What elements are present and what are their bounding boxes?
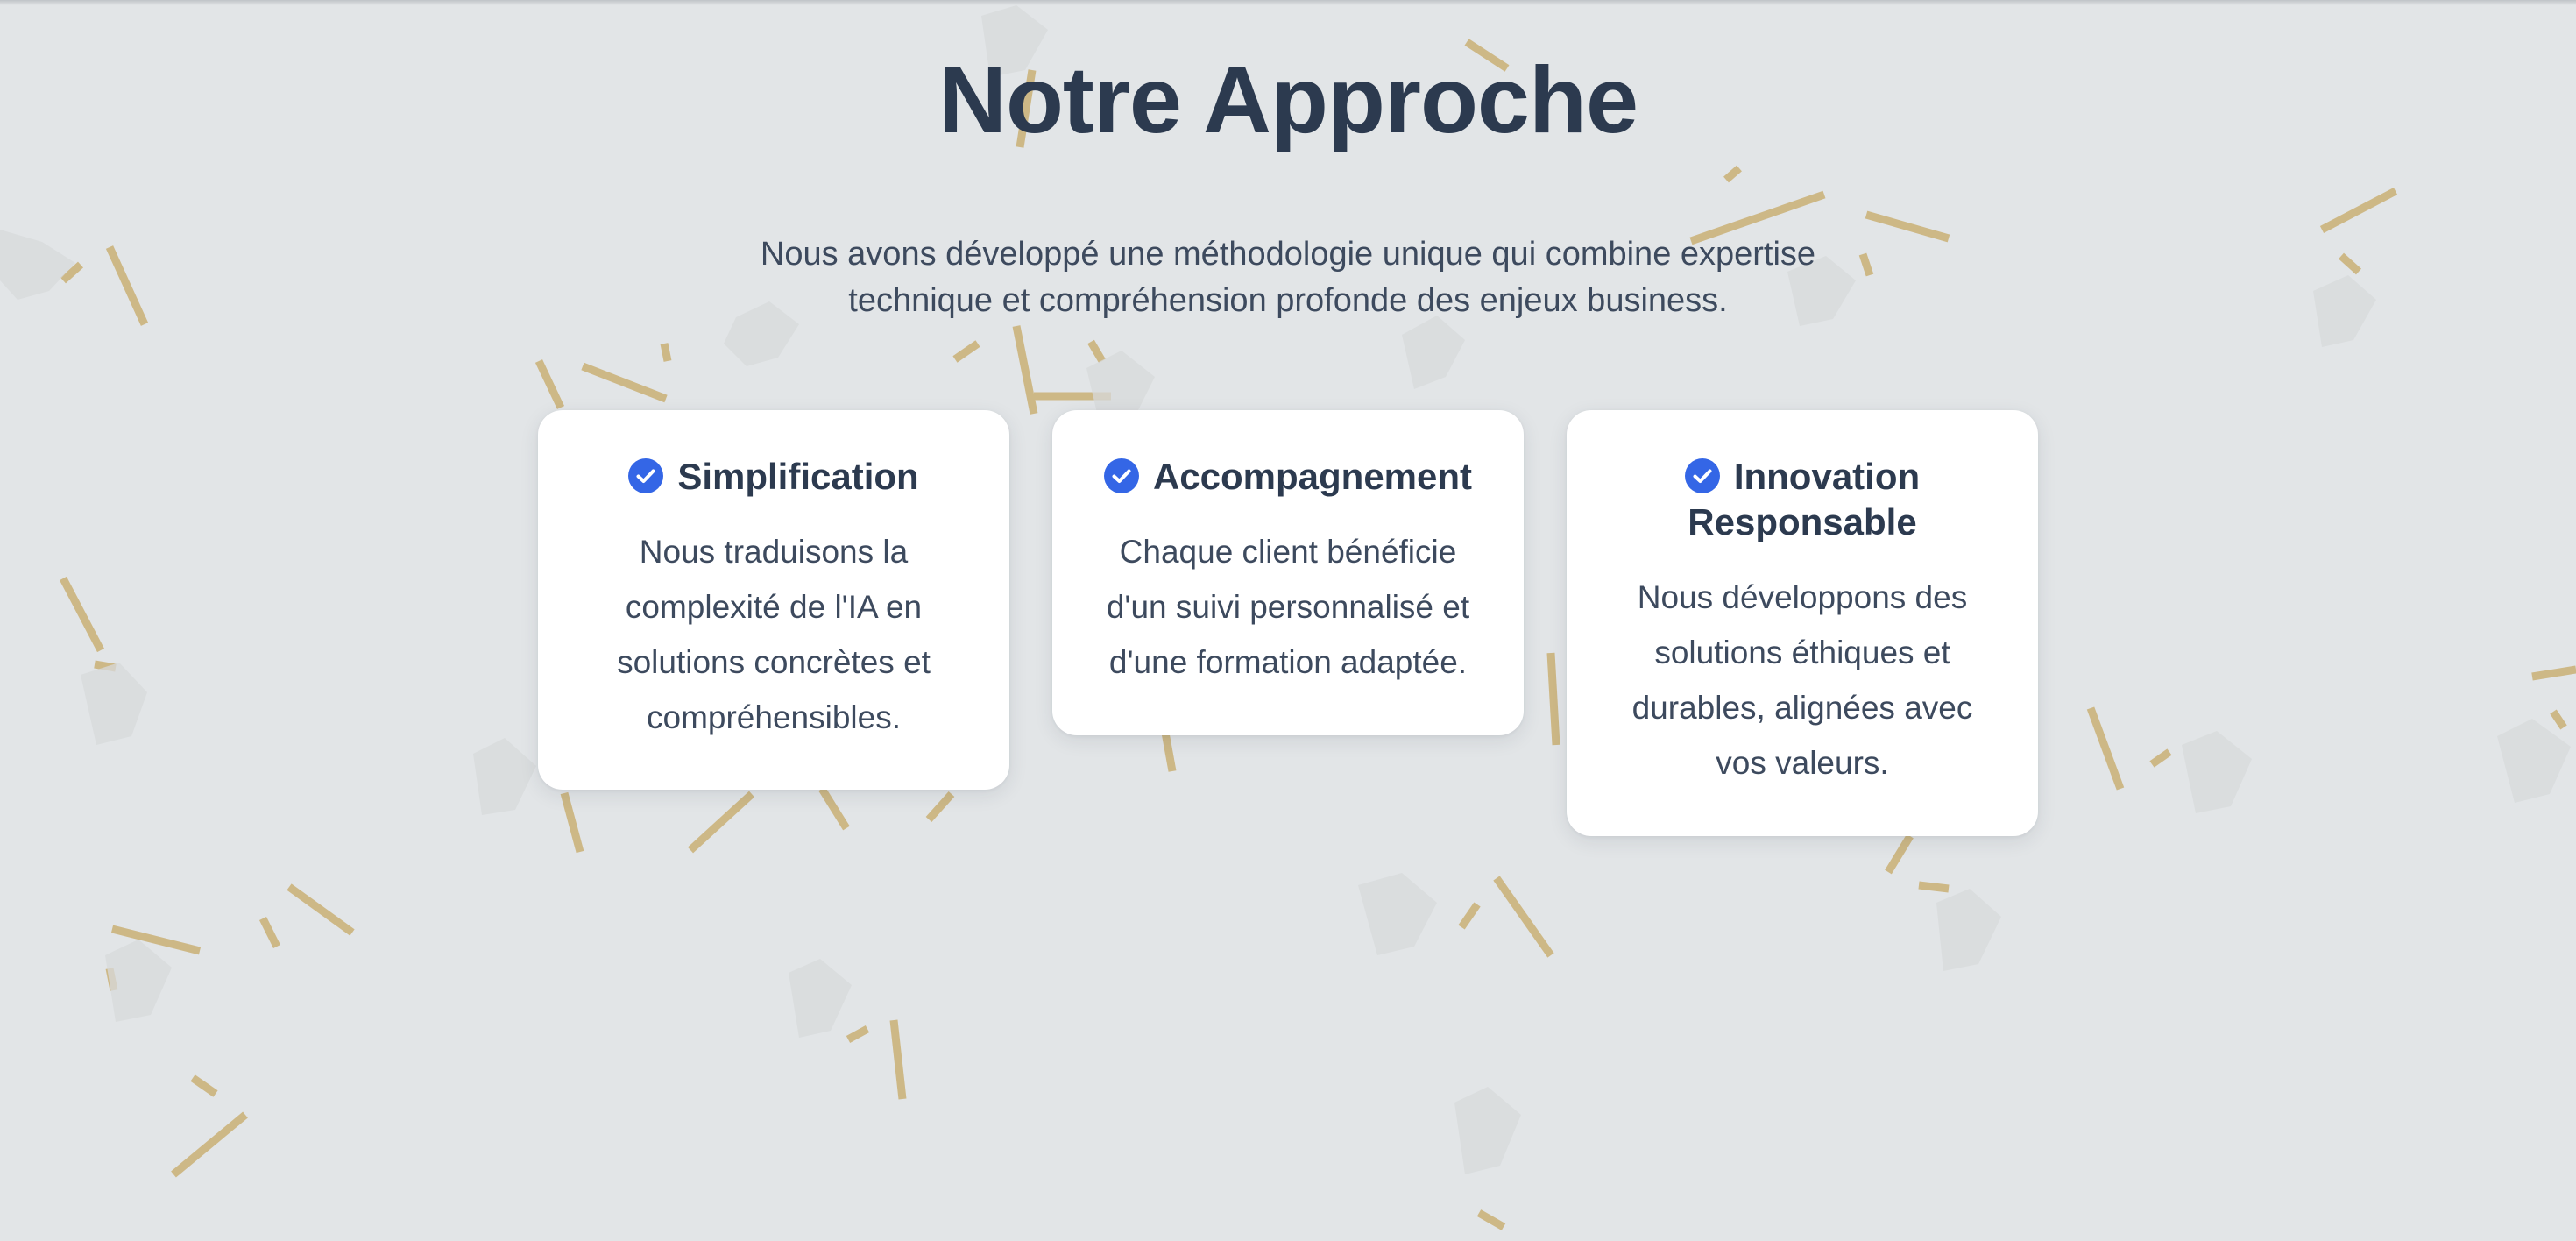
card-description-line: Chaque client bénéficie [1119,534,1457,570]
card-description: Nous développons des solutions éthiques … [1607,570,1998,791]
section-intro: Nous avons développé une méthodologie un… [754,231,1822,324]
card-description-line: solutions concrètes et [617,644,931,680]
check-circle-icon [628,458,664,493]
card-description-line: durables, alignées avec [1631,690,1973,726]
check-circle-icon [1103,458,1139,493]
card-title: Innovation Responsable [1607,454,1998,545]
card-description: Chaque client bénéficie d'un suivi perso… [1093,524,1483,690]
card-description-line: d'une formation adaptée. [1108,644,1468,680]
card-description-line: Nous traduisons la [639,534,909,570]
card-description-line: vos valeurs. [1716,745,1889,781]
card-title: Simplification [578,454,969,500]
check-circle-icon [1684,458,1720,493]
card-description-line: d'un suivi personnalisé et [1106,589,1470,625]
approach-card-simplification: Simplification Nous traduisons la comple… [538,410,1009,790]
card-title-text: Accompagnement [1152,456,1473,497]
section-intro-line-2: technique et compréhension profonde des … [848,282,1728,319]
section-intro-line-1: Nous avons développé une méthodologie un… [760,236,1816,273]
card-title: Accompagnement [1093,454,1483,500]
approach-section: Notre Approche Nous avons développé une … [0,0,2576,1241]
card-title-text: Innovation [1733,456,1921,497]
card-description: Nous traduisons la complexité de l'IA en… [578,524,969,745]
card-title-text: Responsable [1688,501,1917,542]
card-description-line: compréhensibles. [647,699,901,735]
card-description-line: Nous développons des [1637,579,1968,615]
approach-card-accompagnement: Accompagnement Chaque client bénéficie d… [1052,410,1524,735]
card-description-line: solutions éthiques et [1654,635,1950,670]
top-edge-shadow [0,0,2576,5]
card-title-text: Simplification [677,456,919,497]
card-description-line: complexité de l'IA en [625,589,923,625]
section-title: Notre Approche [938,46,1638,152]
approach-card-innovation-responsable: Innovation Responsable Nous développons … [1567,410,2038,836]
